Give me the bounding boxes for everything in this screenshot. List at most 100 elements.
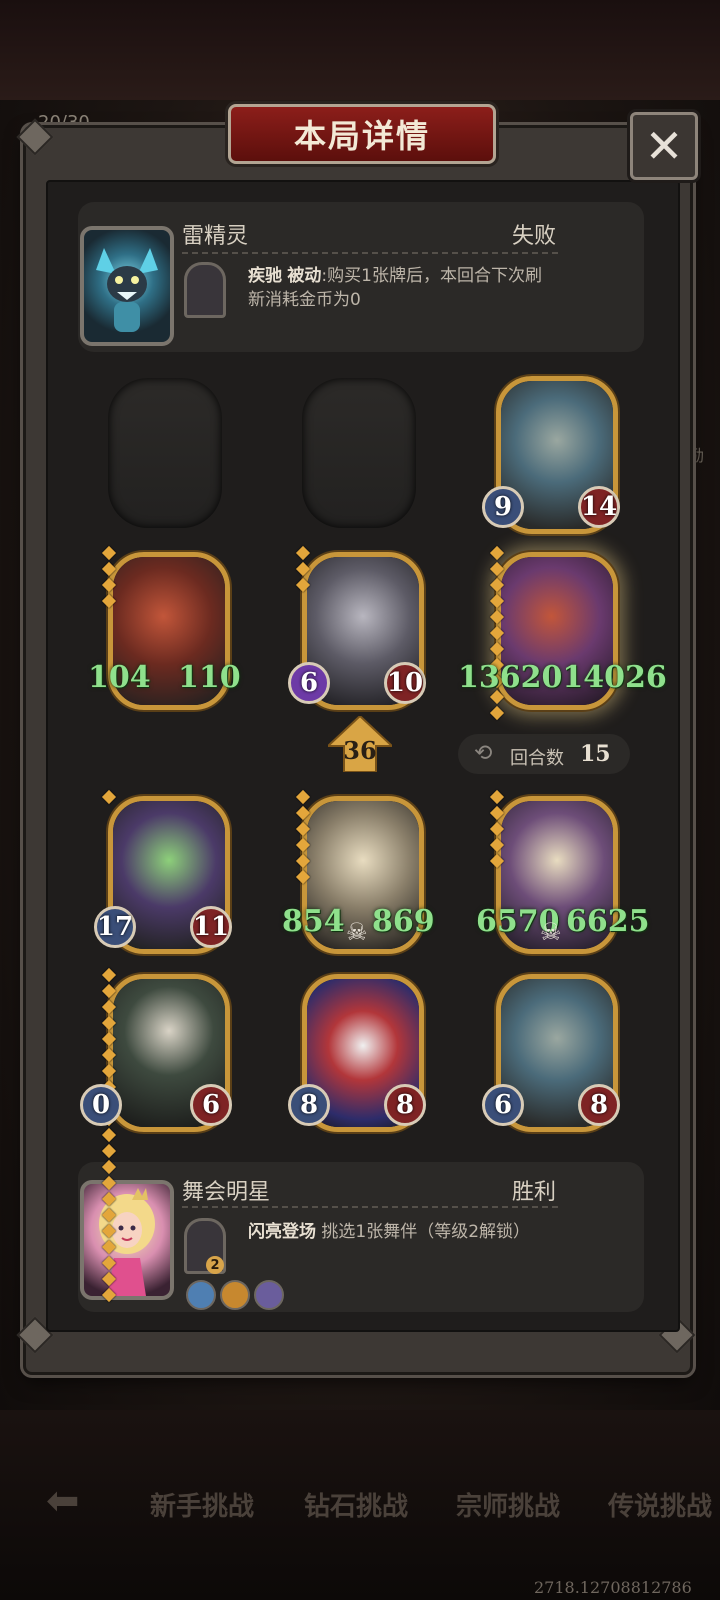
star-pip-icon bbox=[489, 545, 505, 561]
unit-attack: 6 bbox=[288, 662, 330, 704]
title-banner: 本局详情 bbox=[228, 104, 496, 164]
skill-description: 挑选1张舞伴（等级2解锁） bbox=[321, 1222, 531, 1242]
star-pip-icon bbox=[101, 561, 117, 577]
star-pip-icon bbox=[489, 821, 505, 837]
star-pip-icon bbox=[295, 789, 311, 805]
star-pip-icon bbox=[101, 1031, 117, 1047]
opponent-portrait[interactable] bbox=[80, 226, 174, 346]
unit-health: 10 bbox=[384, 662, 426, 704]
back-arrow-icon[interactable]: ⬅ bbox=[46, 1478, 80, 1524]
skull-icon: ☠ bbox=[346, 918, 368, 946]
opponent-result: 失败 bbox=[512, 224, 557, 249]
star-pip-icon bbox=[101, 1239, 117, 1255]
star-pip-icon bbox=[489, 805, 505, 821]
tribe-badge-icon[interactable] bbox=[186, 1280, 216, 1310]
unit-attack: 854 bbox=[282, 904, 345, 939]
skill-level-badge: 2 bbox=[206, 1256, 224, 1274]
opponent-skill-icon[interactable] bbox=[184, 262, 226, 318]
star-pip-icon bbox=[101, 1271, 117, 1287]
unit-attack: 0 bbox=[80, 1084, 122, 1126]
star-pip-icon bbox=[101, 967, 117, 983]
star-pip-icon bbox=[101, 1015, 117, 1031]
star-pip-icon bbox=[101, 1047, 117, 1063]
star-pip-icon bbox=[101, 789, 117, 805]
star-pip-icon bbox=[101, 1159, 117, 1175]
player-result: 胜利 bbox=[512, 1180, 557, 1205]
unit-star-pips bbox=[101, 967, 117, 1306]
tab-diamond-challenge[interactable]: 钻石挑战 bbox=[304, 1486, 408, 1523]
unit-star-pips bbox=[489, 789, 505, 872]
star-pip-icon bbox=[489, 625, 505, 641]
round-cycle-icon: ⟲ bbox=[474, 741, 493, 766]
empty-board-slot bbox=[108, 378, 222, 528]
unit-star-pips bbox=[101, 789, 117, 808]
player-portrait[interactable] bbox=[80, 1180, 174, 1300]
unit-star-pips bbox=[295, 789, 311, 888]
star-pip-icon bbox=[101, 1127, 117, 1143]
star-pip-icon bbox=[295, 805, 311, 821]
tab-legend-challenge[interactable]: 传说挑战 bbox=[608, 1486, 712, 1523]
star-pip-icon bbox=[295, 853, 311, 869]
star-pip-icon bbox=[295, 577, 311, 593]
unit-attack: 9 bbox=[482, 486, 524, 528]
unit-star-pips bbox=[101, 545, 117, 612]
player-skill-text: 闪亮登场 挑选1张舞伴（等级2解锁） bbox=[248, 1220, 544, 1244]
background-top-bar bbox=[0, 0, 720, 100]
star-pip-icon bbox=[101, 1143, 117, 1159]
version-text: 2718.12708812786 bbox=[534, 1578, 692, 1597]
unit-star-pips bbox=[489, 545, 505, 724]
star-pip-icon bbox=[101, 593, 117, 609]
star-pip-icon bbox=[295, 837, 311, 853]
tribe-badge-icon[interactable] bbox=[220, 1280, 250, 1310]
star-pip-icon bbox=[101, 577, 117, 593]
round-value: 15 bbox=[580, 741, 611, 767]
star-pip-icon bbox=[101, 1223, 117, 1239]
thunder-sprite-avatar-icon bbox=[96, 248, 158, 332]
star-pip-icon bbox=[489, 609, 505, 625]
star-pip-icon bbox=[295, 545, 311, 561]
unit-health: 6625 bbox=[566, 904, 650, 939]
star-pip-icon bbox=[489, 577, 505, 593]
star-pip-icon bbox=[489, 593, 505, 609]
star-pip-icon bbox=[489, 853, 505, 869]
star-pip-icon bbox=[489, 641, 505, 657]
skull-icon: ☠ bbox=[540, 918, 562, 946]
star-pip-icon bbox=[101, 1207, 117, 1223]
star-pip-icon bbox=[101, 1191, 117, 1207]
star-pip-icon bbox=[489, 837, 505, 853]
skill-name: 疾驰 bbox=[248, 266, 282, 286]
unit-health: 869 bbox=[372, 904, 435, 939]
unit-health: 11 bbox=[190, 906, 232, 948]
star-pip-icon bbox=[295, 869, 311, 885]
unit-stats-overflow: 1362014026 bbox=[458, 660, 667, 695]
round-label: 回合数 bbox=[510, 748, 564, 769]
tribe-badge-icon[interactable] bbox=[254, 1280, 284, 1310]
unit-attack: 17 bbox=[94, 906, 136, 948]
star-pip-icon bbox=[101, 983, 117, 999]
unit-health: 6 bbox=[190, 1084, 232, 1126]
background-edge-text: 励 bbox=[688, 446, 705, 465]
unit-health: 8 bbox=[578, 1084, 620, 1126]
divider bbox=[182, 1206, 558, 1208]
unit-attack: 104 bbox=[88, 660, 151, 695]
star-pip-icon bbox=[489, 789, 505, 805]
star-pip-icon bbox=[101, 1287, 117, 1303]
opponent-skill-text: 疾驰 被动:购买1张牌后，本回合下次刷新消耗金币为0 bbox=[248, 264, 548, 312]
close-button[interactable]: ✕ bbox=[630, 112, 698, 180]
star-pip-icon bbox=[101, 1063, 117, 1079]
tavern-level: 36 bbox=[343, 736, 377, 765]
tab-master-challenge[interactable]: 宗师挑战 bbox=[456, 1486, 560, 1523]
star-pip-icon bbox=[295, 561, 311, 577]
tab-novice-challenge[interactable]: 新手挑战 bbox=[150, 1486, 254, 1523]
star-pip-icon bbox=[295, 821, 311, 837]
star-pip-icon bbox=[101, 1255, 117, 1271]
star-pip-icon bbox=[489, 705, 505, 721]
unit-health: 110 bbox=[178, 660, 241, 695]
divider bbox=[182, 252, 558, 254]
skill-type: 被动 bbox=[287, 266, 322, 286]
skill-name: 闪亮登场 bbox=[248, 1222, 316, 1242]
unit-star-pips bbox=[295, 545, 311, 596]
opponent-name: 雷精灵 bbox=[182, 224, 249, 249]
unit-attack: 8 bbox=[288, 1084, 330, 1126]
close-icon: ✕ bbox=[644, 119, 684, 173]
